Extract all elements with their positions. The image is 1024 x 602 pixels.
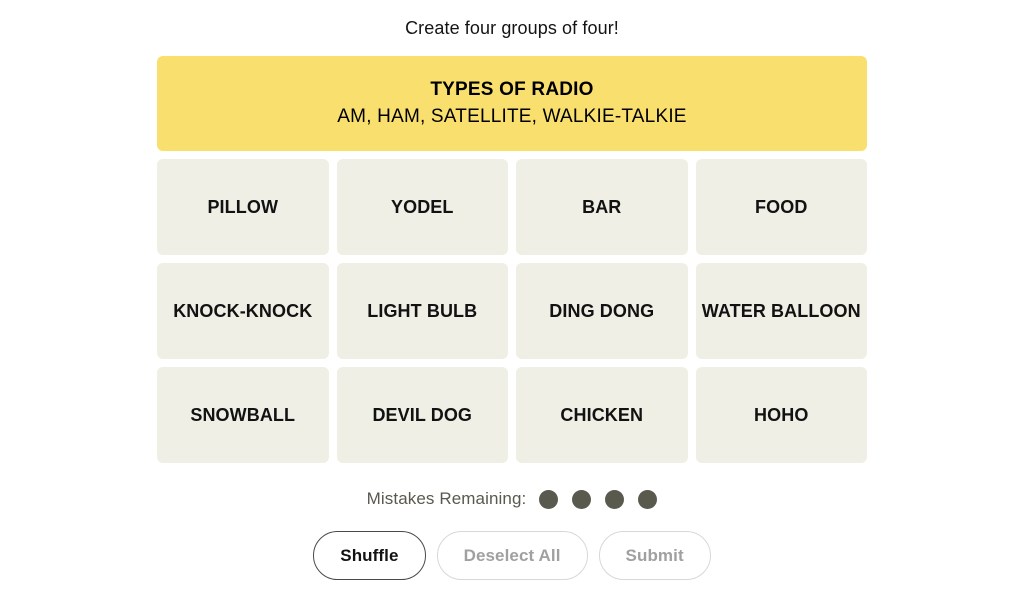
tile-hoho[interactable]: HOHO xyxy=(695,367,867,463)
tile-bar[interactable]: BAR xyxy=(516,159,688,255)
tile-chicken[interactable]: CHICKEN xyxy=(516,367,688,463)
tile-snowball[interactable]: SNOWBALL xyxy=(157,367,329,463)
tile-label: DING DONG xyxy=(549,300,655,321)
page-title: Create four groups of four! xyxy=(405,18,619,38)
mistake-dot xyxy=(539,489,559,509)
tile-water-balloon[interactable]: WATER BALLOON xyxy=(695,263,867,359)
tile-pillow[interactable]: PILLOW xyxy=(157,159,329,255)
game-board: TYPES OF RADIO AM, HAM, SATELLITE, WALKI… xyxy=(157,56,867,463)
tile-row: KNOCK-KNOCK LIGHT BULB DING DONG WATER B… xyxy=(157,263,867,359)
tile-label: LIGHT BULB xyxy=(367,300,478,321)
tile-label: FOOD xyxy=(755,196,808,217)
solved-group-members: AM, HAM, SATELLITE, WALKIE-TALKIE xyxy=(337,105,687,127)
solved-group-yellow: TYPES OF RADIO AM, HAM, SATELLITE, WALKI… xyxy=(157,56,867,151)
tile-knock-knock[interactable]: KNOCK-KNOCK xyxy=(157,263,329,359)
action-buttons: Shuffle Deselect All Submit xyxy=(313,531,711,580)
tile-label: DEVIL DOG xyxy=(372,404,473,425)
tile-label: HOHO xyxy=(754,404,809,425)
tile-yodel[interactable]: YODEL xyxy=(336,159,508,255)
tile-row: SNOWBALL DEVIL DOG CHICKEN HOHO xyxy=(157,367,867,463)
tile-label: KNOCK-KNOCK xyxy=(173,300,313,321)
tile-devil-dog[interactable]: DEVIL DOG xyxy=(336,367,508,463)
mistakes-remaining-label: Mistakes Remaining: xyxy=(366,489,527,508)
tile-label: SNOWBALL xyxy=(190,404,296,425)
submit-button[interactable]: Submit xyxy=(598,531,711,580)
connections-game: Create four groups of four! TYPES OF RAD… xyxy=(0,0,1024,602)
tile-label: CHICKEN xyxy=(560,404,644,425)
tile-row: PILLOW YODEL BAR FOOD xyxy=(157,159,867,255)
solved-group-category: TYPES OF RADIO xyxy=(430,78,594,100)
mistake-dot xyxy=(605,489,625,509)
mistake-dot xyxy=(572,489,592,509)
deselect-all-button[interactable]: Deselect All xyxy=(436,531,588,580)
mistake-dot xyxy=(638,489,658,509)
tile-label: YODEL xyxy=(390,196,454,217)
tile-label: BAR xyxy=(582,196,622,217)
shuffle-button[interactable]: Shuffle xyxy=(313,531,426,580)
tile-food[interactable]: FOOD xyxy=(695,159,867,255)
mistakes-dots xyxy=(539,489,658,509)
tile-label: WATER BALLOON xyxy=(701,300,861,321)
tile-ding-dong[interactable]: DING DONG xyxy=(516,263,688,359)
mistakes-remaining: Mistakes Remaining: xyxy=(367,489,658,509)
tile-light-bulb[interactable]: LIGHT BULB xyxy=(336,263,508,359)
tile-label: PILLOW xyxy=(207,196,279,217)
